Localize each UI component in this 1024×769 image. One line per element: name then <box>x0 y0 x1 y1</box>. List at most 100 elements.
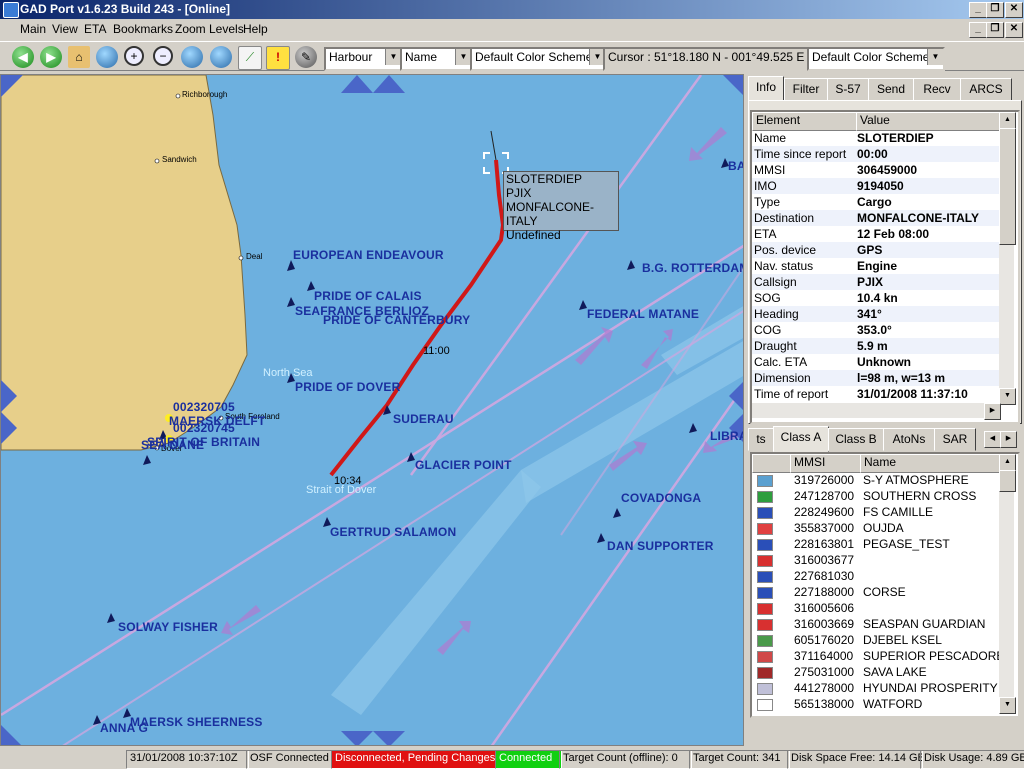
chevron-down-icon[interactable]: ▼ <box>385 49 401 65</box>
harbour-select[interactable]: Harbour ▼ <box>324 47 403 71</box>
tab-filter[interactable]: Filter <box>784 78 828 101</box>
vessel-row[interactable]: 316003677 <box>752 552 997 568</box>
warning-icon[interactable]: ! <box>266 46 290 70</box>
info-vscroll[interactable]: ▲ ▼ <box>999 112 1016 405</box>
info-row[interactable]: Dimension l=98 m, w=13 m <box>752 370 999 386</box>
ship-label[interactable]: PRIDE OF CALAIS <box>314 289 422 303</box>
mdi-close-button[interactable]: ✕ <box>1005 22 1023 38</box>
ship-label[interactable]: COVADONGA <box>621 491 701 505</box>
forward-icon[interactable]: ▶ <box>40 46 62 68</box>
zoom-in-icon[interactable]: + <box>124 46 144 66</box>
tab-ts[interactable]: ts <box>748 428 774 451</box>
satellite-icon[interactable]: ✎ <box>295 46 317 68</box>
globe-search-icon[interactable] <box>181 46 203 68</box>
ship-label[interactable]: DAN SUPPORTER <box>607 539 714 553</box>
info-row[interactable]: Draught 5.9 m <box>752 338 999 354</box>
ship-label[interactable]: GLACIER POINT <box>415 458 512 472</box>
ship-label[interactable]: BA <box>728 159 743 173</box>
back-icon[interactable]: ◀ <box>12 46 34 68</box>
vessel-row[interactable]: 228163801 PEGASE_TEST <box>752 536 997 552</box>
maximize-button[interactable]: ❐ <box>986 2 1004 18</box>
ship-label[interactable]: B.G. ROTTERDAM <box>642 261 743 275</box>
tab-sar[interactable]: SAR <box>934 428 976 451</box>
ship-label[interactable]: MAERSK SHEERNESS <box>130 715 263 729</box>
info-row[interactable]: Nav. status Engine <box>752 258 999 274</box>
tab-class-b[interactable]: Class B <box>828 428 884 451</box>
vessel-row[interactable]: 228249600 FS CAMILLE <box>752 504 997 520</box>
zoom-out-icon[interactable]: − <box>153 46 173 66</box>
tab-class-a[interactable]: Class A <box>773 426 829 452</box>
menu-bookmarks[interactable]: Bookmarks <box>113 22 173 36</box>
home-icon[interactable]: ⌂ <box>68 46 90 68</box>
info-row[interactable]: Type Cargo <box>752 194 999 210</box>
mdi-minimize-button[interactable]: _ <box>969 22 987 38</box>
vessel-row[interactable]: 565138000 WATFORD <box>752 696 997 712</box>
vessel-vscroll[interactable]: ▲ ▼ <box>999 454 1016 714</box>
grid-header-mmsi[interactable]: MMSI <box>790 454 865 473</box>
tab-send[interactable]: Send <box>868 78 914 101</box>
menu-view[interactable]: View <box>52 22 78 36</box>
info-row[interactable]: Callsign PJIX <box>752 274 999 290</box>
info-row[interactable]: ETA 12 Feb 08:00 <box>752 226 999 242</box>
vessel-row[interactable]: 319726000 S-Y ATMOSPHERE <box>752 472 997 488</box>
tab-s57[interactable]: S-57 <box>827 78 869 101</box>
vessel-row[interactable]: 605176020 DJEBEL KSEL <box>752 632 997 648</box>
tab-atons[interactable]: AtoNs <box>883 428 935 451</box>
ship-label[interactable]: 002320705 <box>173 400 235 414</box>
tab-scroll-left-icon[interactable]: ◀ <box>984 431 1001 448</box>
scroll-right-icon[interactable]: ▶ <box>984 403 1001 420</box>
grid-header-value[interactable]: Value <box>856 112 1004 131</box>
info-row[interactable]: Pos. device GPS <box>752 242 999 258</box>
tab-arcs[interactable]: ARCS <box>960 78 1012 101</box>
menu-zoom-levels[interactable]: Zoom Levels <box>175 22 244 36</box>
color-scheme-select[interactable]: Default Color Scheme ▼ <box>470 47 607 71</box>
info-row[interactable]: IMO 9194050 <box>752 178 999 194</box>
scroll-up-icon[interactable]: ▲ <box>999 454 1016 471</box>
menu-eta[interactable]: ETA <box>84 22 106 36</box>
grid-header-element[interactable]: Element <box>752 112 861 131</box>
vessel-row[interactable]: 227681030 <box>752 568 997 584</box>
info-row[interactable]: COG 353.0° <box>752 322 999 338</box>
vessel-row[interactable]: 316003669 SEASPAN GUARDIAN <box>752 616 997 632</box>
vessel-row[interactable]: 355837000 OUJDA <box>752 520 997 536</box>
vessel-row[interactable]: 247128700 SOUTHERN CROSS <box>752 488 997 504</box>
globe-icon[interactable] <box>96 46 118 68</box>
ship-label[interactable]: PRIDE OF CANTERBURY <box>323 313 470 327</box>
scroll-thumb[interactable] <box>999 470 1016 492</box>
scroll-thumb[interactable] <box>999 128 1016 245</box>
ship-label[interactable]: EUROPEAN ENDEAVOUR <box>293 248 444 262</box>
chart-map[interactable]: Richborough Sandwich Deal South Foreland… <box>0 74 744 746</box>
vessel-row[interactable]: 227188000 CORSE <box>752 584 997 600</box>
chart-icon[interactable]: ⟋ <box>238 46 262 70</box>
chevron-down-icon[interactable]: ▼ <box>927 49 943 65</box>
scroll-down-icon[interactable]: ▼ <box>999 697 1016 714</box>
ship-label[interactable]: FEDERAL MATANE <box>587 307 699 321</box>
ship-label[interactable]: SOLWAY FISHER <box>118 620 218 634</box>
grid-header-name[interactable]: Name <box>860 454 1004 473</box>
tab-scroll-right-icon[interactable]: ▶ <box>1000 431 1017 448</box>
menu-main[interactable]: Main <box>20 22 46 36</box>
scroll-down-icon[interactable]: ▼ <box>999 388 1016 405</box>
tab-info[interactable]: Info <box>748 76 784 102</box>
tab-recv[interactable]: Recv <box>913 78 961 101</box>
ship-label[interactable]: GERTRUD SALAMON <box>330 525 456 539</box>
name-select[interactable]: Name ▼ <box>400 47 473 71</box>
vessel-row[interactable]: 371164000 SUPERIOR PESCADORES <box>752 648 1012 664</box>
ship-label[interactable]: SUDERAU <box>393 412 454 426</box>
chevron-down-icon[interactable]: ▼ <box>455 49 471 65</box>
vessel-row[interactable]: 441278000 HYUNDAI PROSPERITY <box>752 680 998 696</box>
scroll-up-icon[interactable]: ▲ <box>999 112 1016 129</box>
ship-label[interactable]: 002320745 <box>173 421 235 435</box>
vessel-row[interactable]: 316005606 <box>752 600 997 616</box>
color-scheme-select-2[interactable]: Default Color Scheme ▼ <box>807 47 945 71</box>
info-row[interactable]: Calc. ETA Unknown <box>752 354 999 370</box>
globe-refresh-icon[interactable] <box>210 46 232 68</box>
mdi-restore-button[interactable]: ❐ <box>986 22 1004 38</box>
close-button[interactable]: ✕ <box>1005 2 1023 18</box>
menu-help[interactable]: Help <box>243 22 268 36</box>
info-hscroll[interactable]: ▶ <box>752 403 1001 420</box>
ship-label[interactable]: PRIDE OF DOVER <box>295 380 400 394</box>
info-row[interactable]: MMSI 306459000 <box>752 162 999 178</box>
ship-label[interactable]: SEA DANE <box>141 438 204 452</box>
ship-label[interactable]: LIBRA <box>710 429 743 443</box>
